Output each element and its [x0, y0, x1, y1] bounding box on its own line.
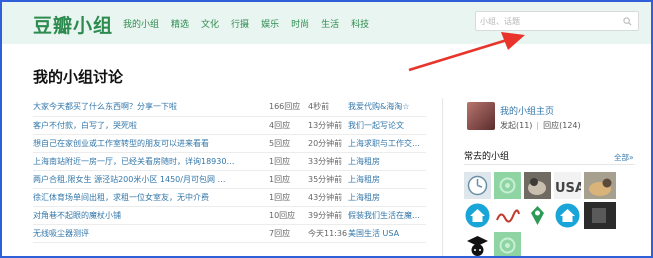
placeholder-group-icon[interactable] [494, 172, 521, 199]
group-link[interactable]: 我们一起写论文 [348, 116, 426, 135]
group-link[interactable]: 上海求职与工作交… [348, 134, 426, 153]
animal-photo-icon[interactable] [524, 172, 551, 199]
topic-title-link[interactable]: 无线吸尘器测评 [33, 224, 269, 243]
avatar[interactable] [467, 102, 495, 130]
table-row: 两户合租,限女生 源泾站200米小区 1450/月可包网 … 1回应 35分钟前… [33, 170, 426, 189]
frequent-groups-title: 常去的小组 [464, 152, 510, 162]
reply-count: 10回应 [269, 206, 308, 225]
home-house-icon[interactable] [464, 202, 491, 229]
table-row: 客户不付款，白写了，哭死啦 4回应 13分钟前 我们一起写论文 [33, 116, 426, 135]
reply-count: 166回应 [269, 98, 308, 117]
dark-photo-icon[interactable] [584, 202, 616, 229]
table-row: 对角巷不起眼的魔杖小铺 10回应 39分钟前 假装我们生活在魔… [33, 206, 426, 225]
reply-count: 1回应 [269, 188, 308, 207]
topic-time: 33分钟前 [308, 152, 348, 171]
topic-title-link[interactable]: 大家今天都买了什么东西啊？分享一下啦 [33, 98, 269, 117]
user-stats: 发起(11) | 回应(124) [500, 121, 581, 130]
nav-item-entertainment[interactable]: 娱乐 [261, 17, 279, 30]
topic-title-link[interactable]: 两户合租,限女生 源泾站200米小区 1450/月可包网 … [33, 170, 269, 189]
top-navbar: 豆瓣小组 我的小组 精选 文化 行摄 娱乐 时尚 生活 科技 [2, 2, 651, 44]
topic-time: 今天11:36 [308, 224, 348, 243]
nav-item-fashion[interactable]: 时尚 [291, 17, 309, 30]
topic-title-link[interactable]: 对角巷不起眼的魔杖小铺 [33, 206, 269, 225]
table-row: 无线吸尘器测评 7回应 今天11:36 美国生活 USA [33, 224, 426, 243]
topic-time: 4秒前 [308, 98, 348, 117]
browser-frame: 豆瓣小组 我的小组 精选 文化 行摄 娱乐 时尚 生活 科技 我的小组讨论 大家… [0, 0, 653, 258]
topic-time: 39分钟前 [308, 206, 348, 225]
page-title: 我的小组讨论 [33, 68, 124, 86]
dog-photo-icon[interactable] [584, 172, 616, 199]
group-link[interactable]: 上海租房 [348, 170, 426, 189]
posted-count[interactable]: 发起(11) [500, 121, 532, 130]
search-box [475, 11, 639, 31]
all-groups-link[interactable]: 全部» [614, 152, 634, 163]
topic-time: 20分钟前 [308, 134, 348, 153]
reply-count: 1回应 [269, 152, 308, 171]
home-house-icon[interactable] [554, 202, 581, 229]
svg-text:USA: USA [555, 181, 581, 196]
nav-item-featured[interactable]: 精选 [171, 17, 189, 30]
topic-title-link[interactable]: 想自己在家创业或工作室转型的朋友可以进来看看 [33, 134, 269, 153]
placeholder-group-icon[interactable] [494, 232, 521, 258]
site-logo[interactable]: 豆瓣小组 [33, 11, 113, 38]
search-input[interactable] [480, 14, 620, 28]
nav-item-life[interactable]: 生活 [321, 17, 339, 30]
topic-title-link[interactable]: 客户不付款，白写了，哭死啦 [33, 116, 269, 135]
group-link[interactable]: 假装我们生活在魔… [348, 206, 426, 225]
annotation-arrow [408, 32, 525, 72]
lunwen-text-icon[interactable] [494, 202, 521, 229]
nav-item-culture[interactable]: 文化 [201, 17, 219, 30]
group-link[interactable]: 上海租房 [348, 152, 426, 171]
topic-title-link[interactable]: 上海南站附近一房一厅，已经关看房随时，详询18930… [33, 152, 269, 171]
table-row: 想自己在家创业或工作室转型的朋友可以进来看看 5回应 20分钟前 上海求职与工作… [33, 134, 426, 153]
group-link[interactable]: 上海租房 [348, 188, 426, 207]
topics-table: 大家今天都买了什么东西啊？分享一下啦 166回应 4秒前 我爱代购&海淘☆ 客户… [33, 98, 426, 243]
graduate-cap-icon[interactable] [464, 232, 491, 258]
search-icon[interactable] [623, 17, 632, 26]
table-row: 上海南站附近一房一厅，已经关看房随时，详询18930… 1回应 33分钟前 上海… [33, 152, 426, 171]
topic-time: 43分钟前 [308, 188, 348, 207]
group-link[interactable]: 美国生活 USA [348, 224, 426, 243]
nav-item-my-groups[interactable]: 我的小组 [123, 17, 159, 30]
nav-item-tech[interactable]: 科技 [351, 17, 369, 30]
table-row: 大家今天都买了什么东西啊？分享一下啦 166回应 4秒前 我爱代购&海淘☆ [33, 98, 426, 117]
reply-count: 7回应 [269, 224, 308, 243]
tag-location-icon[interactable] [524, 202, 551, 229]
reply-count: 4回应 [269, 116, 308, 135]
section-divider [464, 164, 635, 165]
my-group-home-link[interactable]: 我的小组主页 [500, 104, 554, 117]
clock-icon[interactable] [464, 172, 491, 199]
group-link[interactable]: 我爱代购&海淘☆ [348, 98, 426, 117]
main-nav: 我的小组 精选 文化 行摄 娱乐 时尚 生活 科技 [123, 17, 381, 30]
table-row: 徐汇体育场单间出租，求租一位女室友，无中介费 1回应 43分钟前 上海租房 [33, 188, 426, 207]
usa-text-icon[interactable]: USA [554, 172, 581, 199]
topic-time: 35分钟前 [308, 170, 348, 189]
nav-item-travel[interactable]: 行摄 [231, 17, 249, 30]
reply-count: 5回应 [269, 134, 308, 153]
reply-count: 1回应 [269, 170, 308, 189]
topic-title-link[interactable]: 徐汇体育场单间出租，求租一位女室友，无中介费 [33, 188, 269, 207]
column-divider [442, 98, 443, 256]
topic-time: 13分钟前 [308, 116, 348, 135]
replied-count[interactable]: 回应(124) [543, 121, 581, 130]
